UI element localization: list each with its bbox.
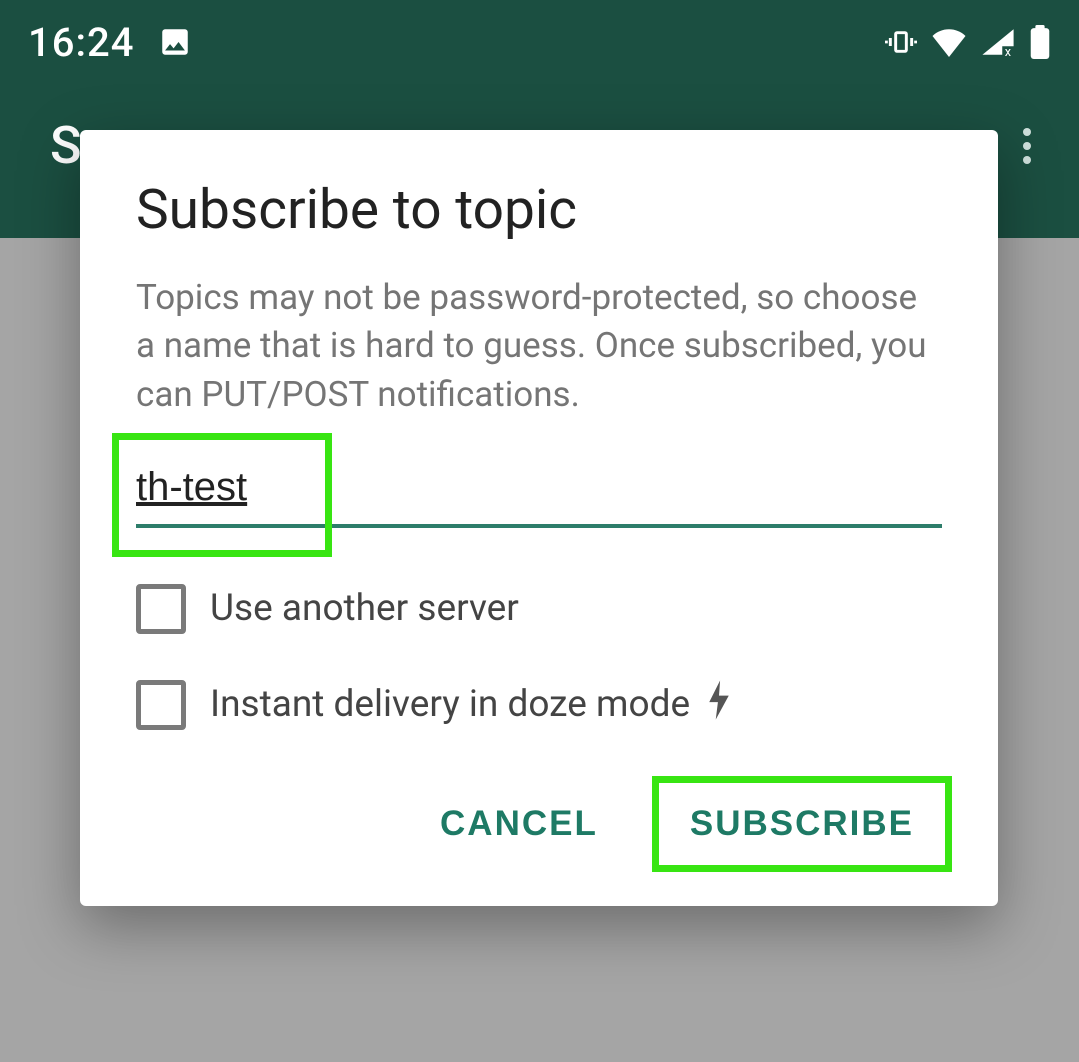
dialog-description: Topics may not be password-protected, so… — [136, 274, 942, 419]
instant-delivery-text: Instant delivery in doze mode — [210, 683, 690, 726]
vibrate-icon — [885, 26, 917, 58]
instant-delivery-row[interactable]: Instant delivery in doze mode — [136, 680, 942, 730]
instant-delivery-checkbox[interactable] — [136, 680, 186, 730]
use-another-server-row[interactable]: Use another server — [136, 584, 942, 634]
dialog-title: Subscribe to topic — [136, 178, 942, 242]
overflow-menu-icon[interactable] — [1015, 120, 1039, 172]
subscribe-dialog: Subscribe to topic Topics may not be pas… — [80, 130, 998, 906]
bolt-icon — [706, 680, 732, 730]
status-clock: 16:24 — [28, 19, 134, 66]
subscribe-button[interactable]: SUBSCRIBE — [662, 784, 942, 864]
battery-icon — [1029, 25, 1051, 59]
status-bar: 16:24 x — [0, 0, 1079, 70]
page-title: S — [50, 115, 81, 176]
svg-text:x: x — [1005, 45, 1012, 57]
image-icon — [158, 25, 192, 59]
topic-field-wrap — [136, 457, 942, 528]
use-another-server-checkbox[interactable] — [136, 584, 186, 634]
signal-icon: x — [981, 27, 1015, 57]
cancel-button[interactable]: CANCEL — [412, 784, 626, 864]
dialog-actions: CANCEL SUBSCRIBE — [136, 784, 942, 864]
use-another-server-label: Use another server — [210, 587, 519, 630]
instant-delivery-label: Instant delivery in doze mode — [210, 680, 732, 730]
topic-name-input[interactable] — [136, 457, 942, 528]
wifi-icon — [931, 27, 967, 57]
